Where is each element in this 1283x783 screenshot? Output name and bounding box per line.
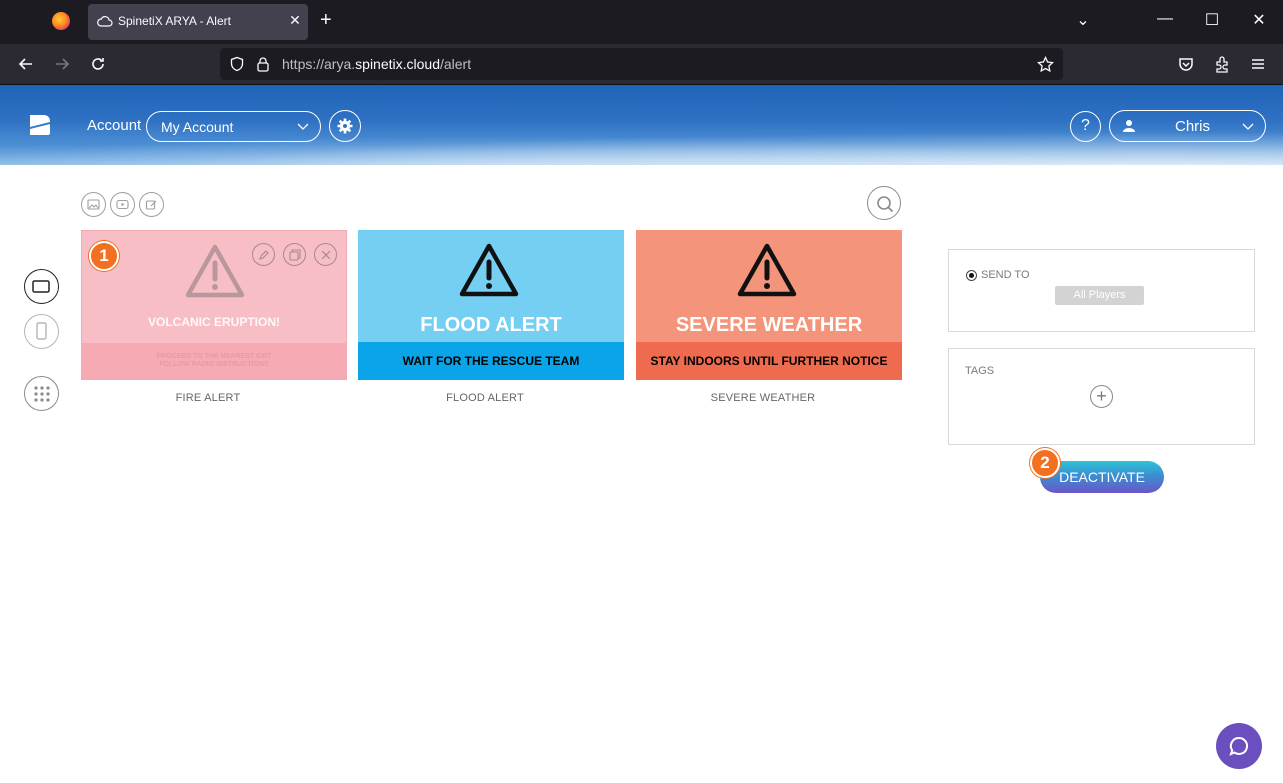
- grid-dots-icon: [34, 386, 50, 402]
- shield-icon[interactable]: [229, 56, 245, 72]
- minimize-button[interactable]: —: [1155, 10, 1175, 28]
- close-window-button[interactable]: ✕: [1249, 10, 1269, 30]
- pocket-icon[interactable]: [1175, 54, 1197, 74]
- lock-icon[interactable]: [256, 56, 270, 72]
- account-select-value: My Account: [161, 119, 234, 135]
- copy-icon: [289, 249, 301, 261]
- account-select[interactable]: My Account: [146, 111, 321, 142]
- image-icon: [87, 199, 100, 210]
- app-header: Account My Account ? Chris: [0, 85, 1283, 165]
- alert-message: STAY INDOORS UNTIL FURTHER NOTICE: [636, 342, 902, 380]
- search-button[interactable]: [867, 186, 901, 220]
- settings-button[interactable]: [329, 110, 361, 142]
- alert-message: PROCEED TO THE NEAREST EXIT FOLLOW RADIO…: [82, 343, 346, 379]
- tags-panel: TAGS +: [948, 348, 1255, 445]
- tab-title: SpinetiX ARYA - Alert: [118, 14, 231, 28]
- send-to-label: SEND TO: [981, 269, 1030, 281]
- gear-icon: [337, 118, 353, 134]
- warning-triangle-icon: [185, 244, 245, 298]
- step-badge-2: 2: [1030, 448, 1060, 478]
- warning-triangle-icon: [737, 243, 797, 297]
- alert-card-flood[interactable]: FLOOD ALERT WAIT FOR THE RESCUE TEAM: [358, 230, 624, 380]
- account-label: Account: [87, 117, 142, 134]
- url-bar[interactable]: https://arya.spinetix.cloud/alert: [220, 48, 1063, 80]
- reload-icon[interactable]: [87, 54, 109, 74]
- alert-card-label: SEVERE WEATHER: [710, 392, 816, 404]
- pencil-icon: [259, 250, 269, 260]
- chat-button[interactable]: [1216, 723, 1262, 769]
- video-icon: [116, 199, 129, 210]
- grid-view-button[interactable]: [24, 376, 59, 411]
- new-tab-button[interactable]: +: [320, 10, 332, 30]
- landscape-screen-icon: [32, 280, 50, 293]
- extensions-icon[interactable]: [1211, 54, 1233, 74]
- menu-icon[interactable]: [1247, 54, 1269, 74]
- user-menu[interactable]: Chris: [1109, 110, 1266, 142]
- alert-card-label: FLOOD ALERT: [446, 392, 524, 404]
- forward-arrow-icon[interactable]: [51, 54, 73, 74]
- alert-message-line: FOLLOW RADIO INSTRUCTIONS: [159, 361, 269, 368]
- edit-document-icon: [145, 200, 157, 210]
- cloud-icon: [97, 16, 113, 27]
- send-to-radio[interactable]: [966, 270, 977, 281]
- firefox-icon[interactable]: [52, 12, 70, 30]
- alert-title: VOLCANIC ERUPTION!: [148, 315, 280, 329]
- alert-title: FLOOD ALERT: [420, 314, 562, 336]
- video-filter-button[interactable]: [110, 192, 135, 217]
- chevron-down-icon: [297, 123, 309, 130]
- browser-tab-bar: SpinetiX ARYA - Alert ✕ + ⌄ — ☐ ✕: [0, 0, 1283, 44]
- back-arrow-icon[interactable]: [15, 54, 37, 74]
- image-filter-button[interactable]: [81, 192, 106, 217]
- alert-card-severe-weather[interactable]: SEVERE WEATHER STAY INDOORS UNTIL FURTHE…: [636, 230, 902, 380]
- alert-title: SEVERE WEATHER: [675, 314, 863, 336]
- browser-tab[interactable]: SpinetiX ARYA - Alert ✕: [88, 4, 308, 40]
- duplicate-alert-button[interactable]: [283, 243, 306, 266]
- chevron-down-icon: [1242, 123, 1254, 130]
- chat-bubble-icon: [1229, 736, 1248, 756]
- portrait-screen-icon: [36, 322, 47, 340]
- close-icon: [321, 250, 331, 260]
- spinetix-logo[interactable]: [26, 111, 54, 139]
- all-players-chip[interactable]: All Players: [1055, 286, 1144, 305]
- tab-close-icon[interactable]: ✕: [286, 12, 304, 30]
- edit-filter-button[interactable]: [139, 192, 164, 217]
- alert-card-fire[interactable]: VOLCANIC ERUPTION! PROCEED TO THE NEARES…: [81, 230, 347, 380]
- user-name: Chris: [1175, 118, 1211, 135]
- tags-label: TAGS: [965, 365, 995, 377]
- search-icon: [877, 196, 894, 213]
- edit-alert-button[interactable]: [252, 243, 275, 266]
- bookmark-star-icon[interactable]: [1037, 56, 1054, 73]
- tab-list-chevron-icon[interactable]: ⌄: [1073, 10, 1093, 30]
- alert-card-label: FIRE ALERT: [175, 392, 241, 404]
- add-tag-button[interactable]: +: [1090, 385, 1113, 408]
- maximize-button[interactable]: ☐: [1202, 10, 1222, 30]
- delete-alert-button[interactable]: [314, 243, 337, 266]
- step-badge-1: 1: [89, 241, 119, 271]
- portrait-orientation-button[interactable]: [24, 314, 59, 349]
- url-text[interactable]: https://arya.spinetix.cloud/alert: [282, 56, 471, 72]
- help-button[interactable]: ?: [1070, 111, 1101, 142]
- warning-triangle-icon: [459, 243, 519, 297]
- browser-nav-bar: https://arya.spinetix.cloud/alert: [0, 44, 1283, 85]
- send-to-panel: SEND TO All Players: [948, 249, 1255, 332]
- user-icon: [1123, 120, 1135, 132]
- alert-message: WAIT FOR THE RESCUE TEAM: [358, 342, 624, 380]
- landscape-orientation-button[interactable]: [24, 269, 59, 304]
- alert-message-line: PROCEED TO THE NEAREST EXIT: [156, 353, 272, 360]
